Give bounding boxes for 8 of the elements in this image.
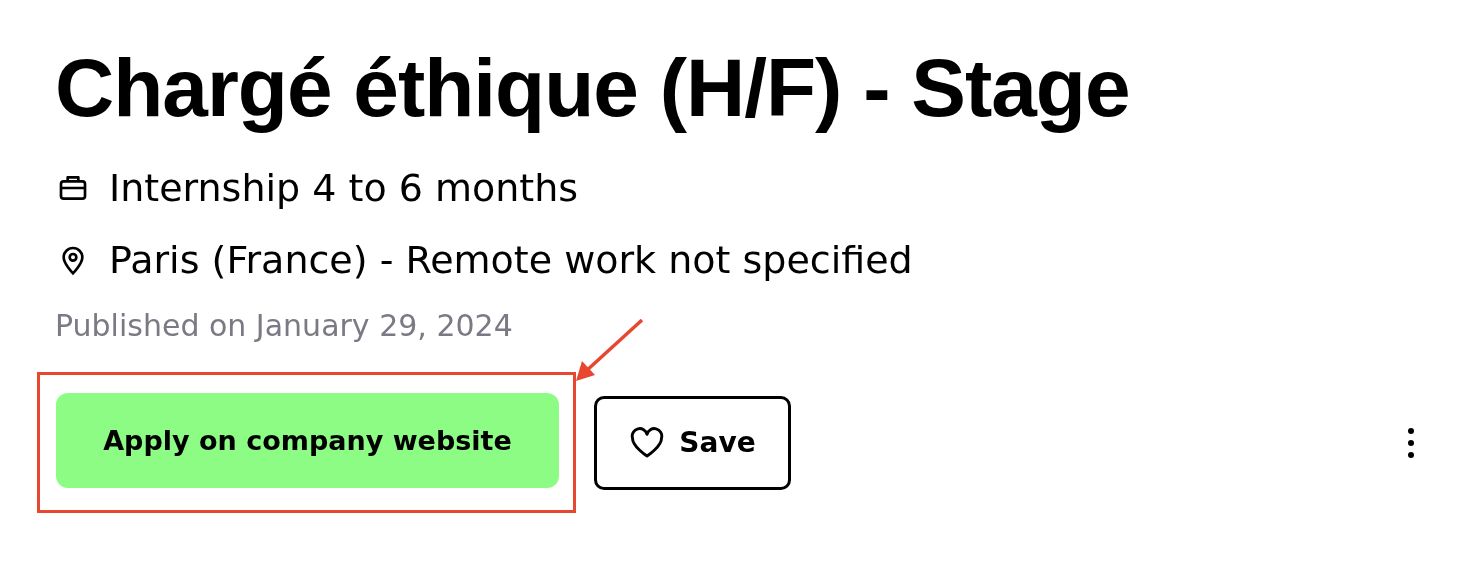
apply-button[interactable]: Apply on company website [56,393,559,488]
save-button[interactable]: Save [594,395,791,490]
published-date: Published on January 29, 2024 [55,308,513,344]
detail-text: Internship 4 to 6 months [109,166,579,210]
job-title: Chargé éthique (H/F) - Stage [55,41,1131,135]
detail-text: Paris (France) - Remote work not specified [109,238,913,282]
more-options-icon[interactable] [1407,426,1415,459]
heart-icon [629,426,666,459]
